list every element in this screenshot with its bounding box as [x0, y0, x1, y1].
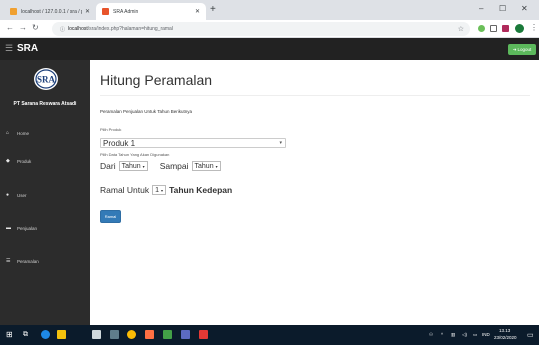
app-icon[interactable]: [181, 330, 190, 339]
forward-arrow-icon[interactable]: →: [19, 23, 27, 32]
product-select-value: Produk 1: [103, 139, 136, 148]
to-label: Sampai: [159, 161, 189, 171]
keyboard-icon[interactable]: ▭: [473, 332, 477, 338]
sidebar-item-label: Penjualan: [17, 225, 38, 231]
chevron-down-icon: ▾: [215, 163, 218, 169]
forecast-row: Ramal Untuk 1 ▾ Tahun Kedepan: [100, 185, 232, 195]
sidebar-item-home[interactable]: ⌂ Home: [6, 130, 29, 136]
address-host: localhost: [68, 26, 88, 32]
from-year-value: Tahun: [121, 162, 141, 170]
back-arrow-icon[interactable]: ←: [6, 23, 14, 32]
app-red-icon[interactable]: [199, 330, 208, 339]
file-explorer-icon[interactable]: [57, 330, 66, 339]
tab-title: localhost / 127.0.0.1 / sra / penj: [21, 8, 82, 15]
sidebar-item-label: Peramalan: [17, 258, 39, 264]
network-icon[interactable]: ▥: [451, 332, 455, 338]
list-icon: ☰: [6, 258, 11, 264]
task-view-icon[interactable]: ⧉: [23, 331, 28, 339]
tab-title: SRA Admin: [113, 8, 139, 15]
logout-label: Logout: [517, 47, 532, 52]
close-tab-icon[interactable]: ✕: [85, 8, 90, 15]
address-path: /sra/index.php?halaman=hitung_ramal: [87, 26, 173, 32]
address-bar[interactable]: ⓘ localhost /sra/index.php?halaman=hitun…: [52, 22, 470, 36]
chrome-icon[interactable]: [127, 330, 136, 339]
logout-button[interactable]: ➜ Logout: [508, 44, 536, 55]
sidebar-item-penjualan[interactable]: ▬ Penjualan: [6, 225, 37, 231]
sra-favicon-icon: [102, 8, 109, 15]
from-year-select[interactable]: Tahun ▾: [118, 161, 148, 171]
tag-icon: ◆: [6, 158, 10, 164]
minimize-button[interactable]: –: [479, 4, 483, 13]
notification-icon[interactable]: ▭: [527, 331, 534, 339]
chevron-down-icon: ▾: [161, 187, 164, 193]
browser-tab-phpmyadmin[interactable]: localhost / 127.0.0.1 / sra / penj ✕: [4, 3, 96, 20]
close-tab-icon[interactable]: ✕: [195, 8, 200, 15]
page-title: Hitung Peramalan: [100, 72, 213, 88]
to-year-select[interactable]: Tahun ▾: [191, 161, 221, 171]
form-subtitle: Peramalan Penjualan Untuk Tahun Berikutn…: [100, 109, 192, 114]
forecast-suffix: Tahun Kedepan: [169, 185, 233, 195]
sidebar-item-user[interactable]: ● User: [6, 192, 27, 198]
new-tab-button[interactable]: +: [210, 4, 216, 15]
close-window-button[interactable]: ✕: [521, 4, 528, 13]
sidebar: SRA PT Sarana Reswara Atsadi ⌂ Home ◆ Pr…: [0, 60, 90, 325]
user-icon: ●: [6, 192, 10, 198]
bookmark-star-icon[interactable]: ☆: [458, 25, 464, 33]
chevron-down-icon: ▾: [279, 140, 282, 146]
clock-time[interactable]: 13.13: [499, 328, 510, 333]
xampp-icon[interactable]: [145, 330, 154, 339]
sidebar-item-label: Produk: [17, 158, 32, 164]
edge-browser-icon[interactable]: [41, 330, 50, 339]
sidebar-item-produk[interactable]: ◆ Produk: [6, 158, 31, 164]
main-content: Hitung Peramalan Peramalan Penjualan Unt…: [90, 60, 539, 325]
volume-icon[interactable]: ◁): [462, 332, 467, 338]
sidebar-item-label: User: [17, 192, 27, 198]
company-logo: SRA: [34, 68, 58, 90]
clock-date[interactable]: 23/02/2020: [494, 335, 517, 340]
browser-tab-strip: localhost / 127.0.0.1 / sra / penj ✕ SRA…: [0, 0, 539, 20]
home-icon: ⌂: [6, 130, 10, 136]
cart-icon: ▬: [6, 225, 11, 231]
excel-icon[interactable]: [163, 330, 172, 339]
to-year-value: Tahun: [194, 162, 214, 170]
extension-red-icon[interactable]: [502, 25, 509, 32]
chevron-down-icon: ▾: [142, 163, 145, 169]
hamburger-menu-icon[interactable]: ☰: [5, 43, 13, 54]
forecast-years-value: 1: [155, 186, 160, 194]
forecast-label: Ramal Untuk: [100, 185, 150, 195]
sidebar-item-label: Home: [17, 130, 30, 136]
extension-icon[interactable]: [478, 25, 485, 32]
logout-icon: ➜: [512, 46, 517, 52]
logo-text: SRA: [37, 75, 56, 85]
phpmyadmin-favicon-icon: [10, 8, 17, 15]
forecast-years-select[interactable]: 1 ▾: [152, 185, 167, 195]
people-icon[interactable]: ⚇: [429, 332, 433, 338]
mail-icon[interactable]: [92, 330, 101, 339]
extension-box-icon[interactable]: [490, 25, 497, 32]
years-label: Pilih Data Tahun Yang Akan Digunakan: [100, 152, 170, 157]
maximize-button[interactable]: ☐: [499, 4, 506, 13]
from-label: Dari: [100, 161, 116, 171]
windows-taskbar: ⊞ ⧉ ⚇ ^ ▥ ◁) ▭ IND 13.13 23/02/2020 ▭: [0, 325, 539, 345]
product-select[interactable]: Produk 1 ▾: [100, 138, 286, 148]
product-label: Pilih Produk: [100, 127, 122, 132]
browser-toolbar: ← → ↻ ⓘ localhost /sra/index.php?halaman…: [0, 20, 539, 38]
title-divider: [100, 95, 530, 96]
brand-title[interactable]: SRA: [17, 43, 38, 54]
windows-start-icon[interactable]: ⊞: [6, 330, 13, 339]
browser-menu-icon[interactable]: ⋮: [530, 23, 538, 32]
language-indicator[interactable]: IND: [482, 332, 490, 337]
app-navbar: ☰ SRA ➜ Logout: [0, 38, 539, 60]
info-icon[interactable]: ⓘ: [60, 26, 65, 33]
company-name: PT Sarana Reswara Atsadi: [13, 101, 77, 107]
profile-avatar-icon[interactable]: [515, 24, 524, 33]
reload-icon[interactable]: ↻: [32, 23, 39, 32]
ramal-button[interactable]: Ramal: [100, 210, 121, 223]
browser-tab-sra-admin[interactable]: SRA Admin ✕: [96, 3, 206, 20]
sidebar-item-peramalan[interactable]: ☰ Peramalan: [6, 258, 39, 264]
chevron-up-icon[interactable]: ^: [441, 332, 443, 337]
year-range: Dari Tahun ▾ Sampai Tahun ▾: [100, 161, 221, 171]
store-icon[interactable]: [110, 330, 119, 339]
